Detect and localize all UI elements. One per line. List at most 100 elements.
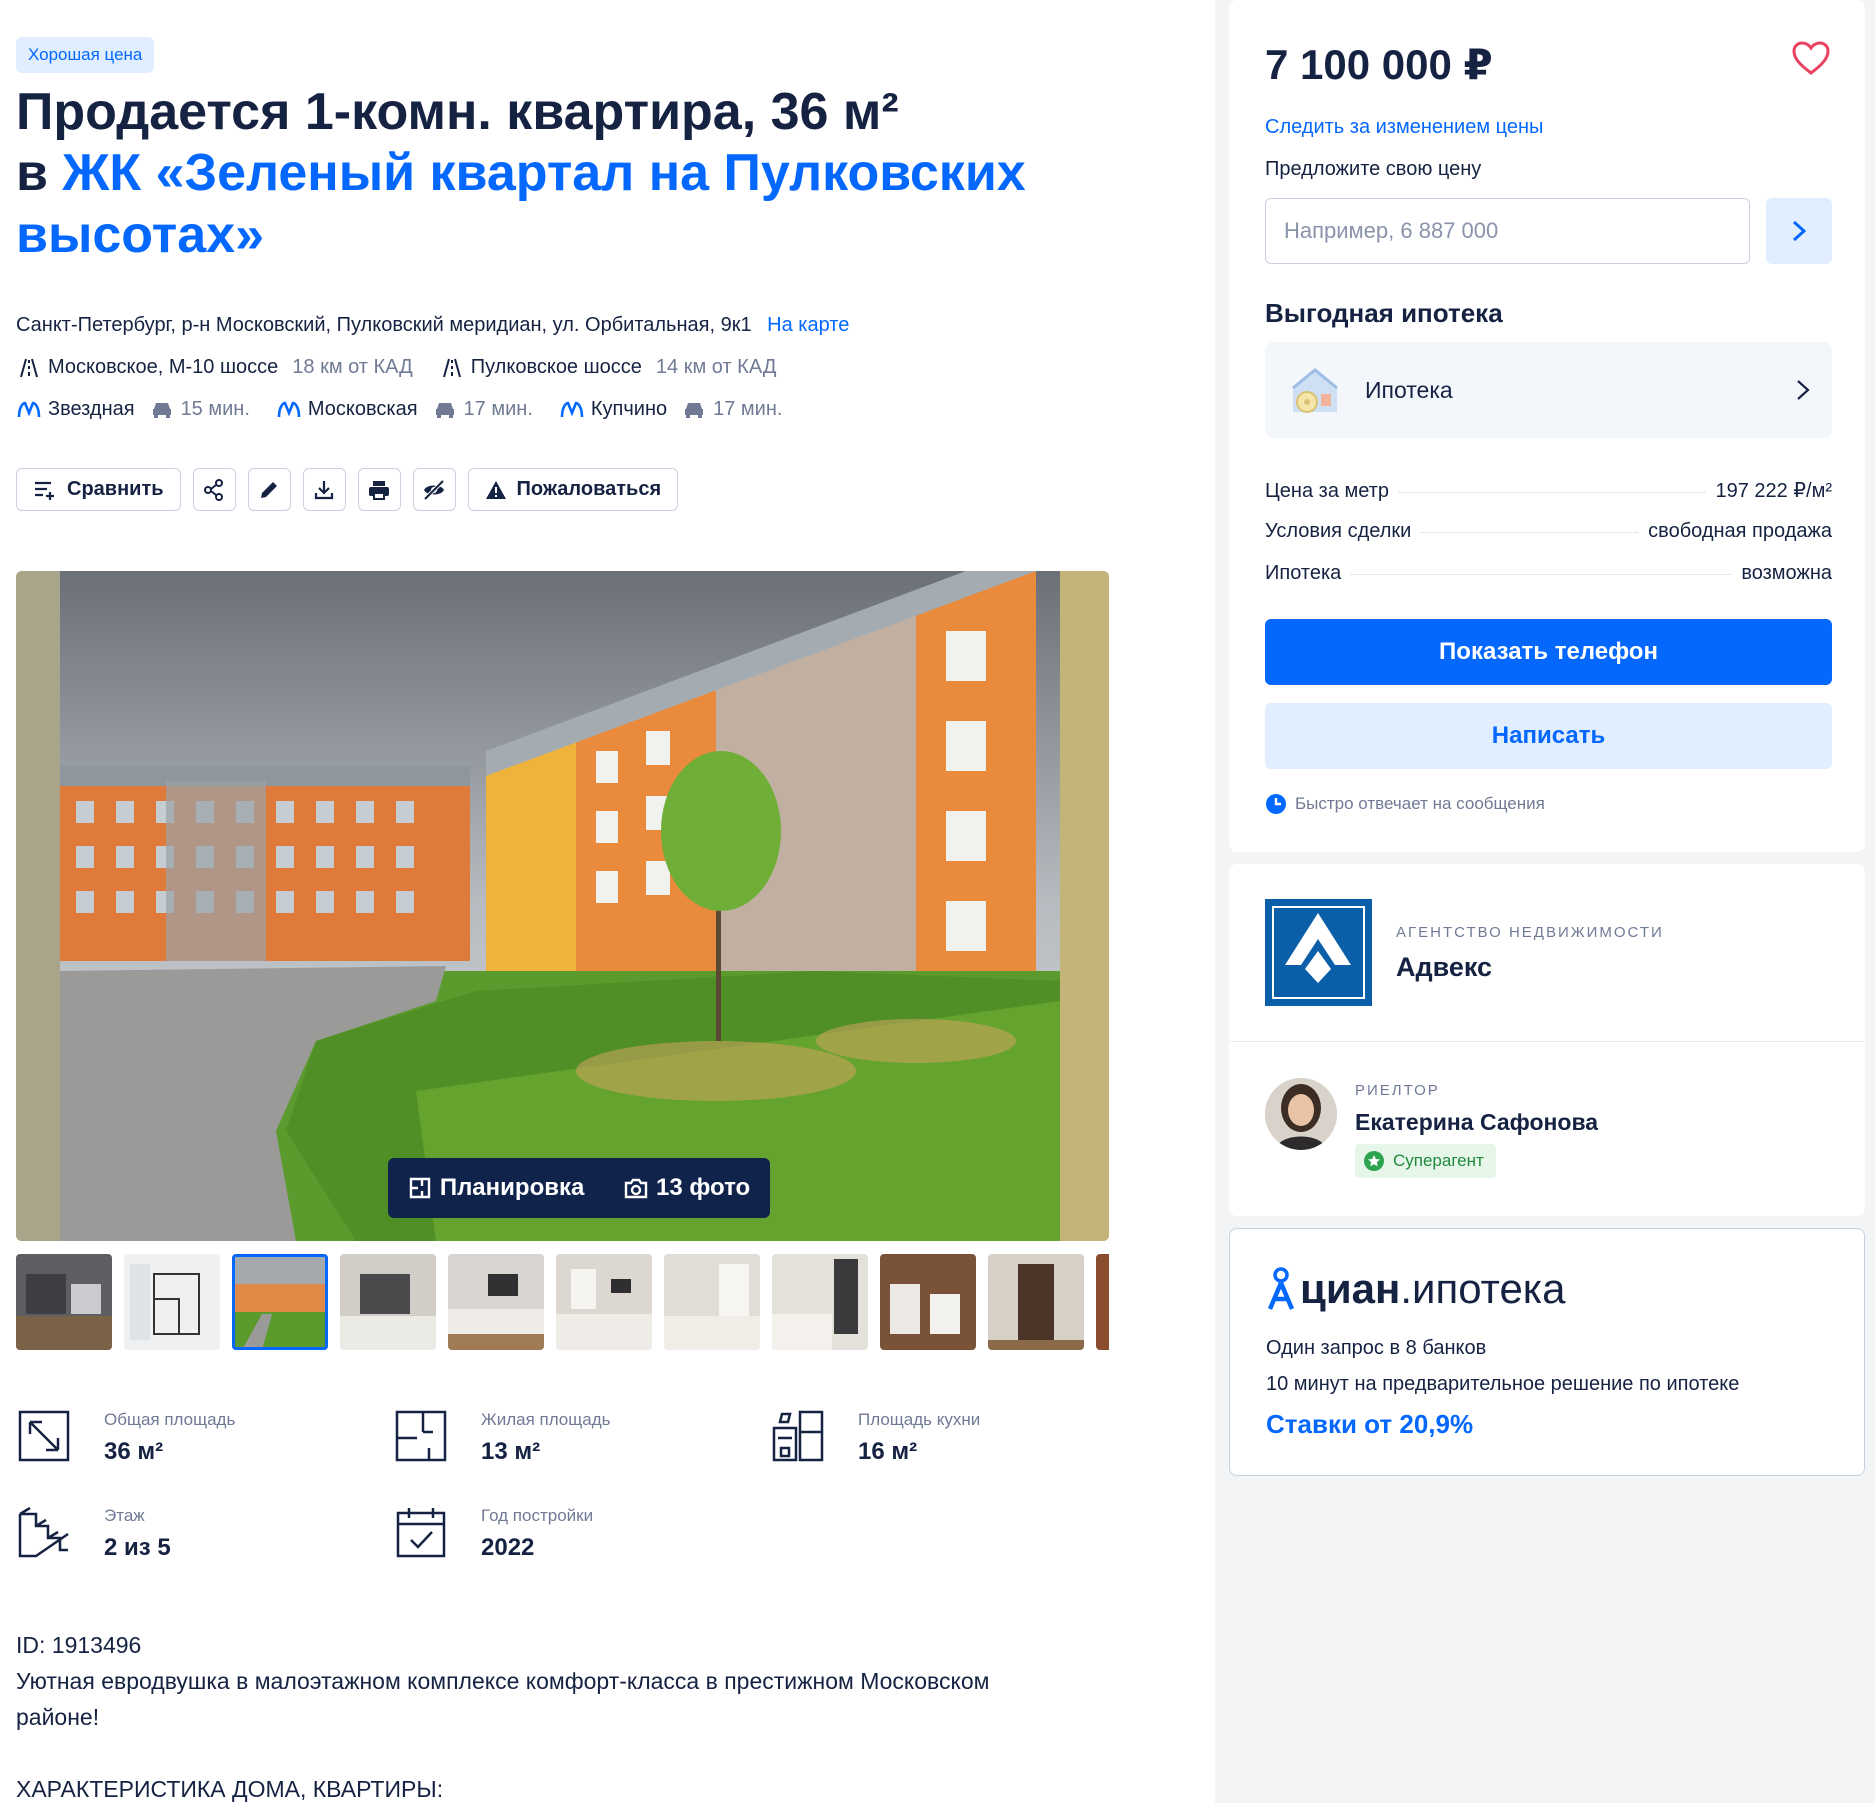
thumbnail[interactable] bbox=[664, 1254, 760, 1350]
compare-button[interactable]: Сравнить bbox=[16, 468, 181, 511]
complain-button[interactable]: Пожаловаться bbox=[467, 468, 679, 511]
fast-reply-text: Быстро отвечает на сообщения bbox=[1295, 794, 1545, 813]
camera-icon bbox=[624, 1178, 648, 1199]
contacts-card: АГЕНТСТВО НЕДВИЖИМОСТИ Адвекс РИЕЛТОР Ек… bbox=[1229, 864, 1865, 1216]
write-message-button[interactable]: Написать bbox=[1265, 703, 1832, 769]
fact-kitchen-area: Площадь кухни 16 м² bbox=[770, 1408, 980, 1466]
share-icon bbox=[204, 478, 224, 501]
thumbnail-strip bbox=[16, 1254, 1109, 1350]
metro-icon bbox=[16, 399, 42, 421]
realtor-name[interactable]: Екатерина Сафонова bbox=[1355, 1109, 1598, 1136]
agency-kind: АГЕНТСТВО НЕДВИЖИМОСТИ bbox=[1396, 924, 1664, 941]
thumbnail[interactable] bbox=[16, 1254, 112, 1350]
show-phone-button[interactable]: Показать телефон bbox=[1265, 619, 1832, 685]
title-line: Продается 1-комн. квартира, 36 м² bbox=[16, 83, 899, 141]
metro-name: Звездная bbox=[48, 398, 135, 420]
main-photo[interactable]: Планировка 13 фото bbox=[16, 571, 1109, 1241]
layout-button[interactable]: Планировка bbox=[408, 1174, 584, 1202]
metro-time-wrap: 17 мин. bbox=[432, 398, 533, 421]
follow-price-link[interactable]: Следить за изменением цены bbox=[1265, 116, 1543, 139]
metro-time: 17 мин. bbox=[463, 398, 533, 420]
fact-label: Год постройки bbox=[481, 1506, 594, 1525]
calendar-icon bbox=[396, 1508, 446, 1558]
clock-icon bbox=[1266, 794, 1286, 814]
car-icon bbox=[432, 399, 458, 421]
realtor-kind: РИЕЛТОР bbox=[1355, 1082, 1440, 1099]
param-dots bbox=[1398, 492, 1706, 493]
offer-submit-button[interactable] bbox=[1766, 198, 1832, 264]
fast-reply-note: Быстро отвечает на сообщения bbox=[1265, 793, 1545, 815]
fact-label: Площадь кухни bbox=[858, 1410, 981, 1429]
description-text: Уютная евродвушка в малоэтажном комплекс… bbox=[16, 1668, 990, 1730]
metro-time: 17 мин. bbox=[713, 398, 783, 420]
photos-button[interactable]: 13 фото bbox=[624, 1174, 750, 1202]
superagent-label: Суперагент bbox=[1393, 1151, 1484, 1170]
address: Санкт-Петербург, р-н Московский, Пулковс… bbox=[16, 314, 849, 337]
photos-label: 13 фото bbox=[655, 1174, 751, 1201]
thumbnail[interactable] bbox=[988, 1254, 1084, 1350]
highway-name: Московское, М-10 шоссе bbox=[48, 356, 279, 378]
thumbnail[interactable] bbox=[448, 1254, 544, 1350]
fact-value: 2 из 5 bbox=[104, 1534, 171, 1561]
mortgage-item[interactable]: Ипотека bbox=[1265, 342, 1832, 438]
action-toolbar: Сравнить Пожаловаться bbox=[16, 468, 679, 511]
realtor-avatar[interactable] bbox=[1265, 1078, 1337, 1150]
download-button[interactable] bbox=[302, 468, 346, 511]
chevron-right-icon bbox=[1792, 220, 1807, 242]
thumbnail[interactable] bbox=[1096, 1254, 1109, 1350]
highway-item: Пулковское шоссе 14 км от КАД bbox=[439, 356, 776, 379]
metro-item[interactable]: Звездная 15 мин. bbox=[16, 398, 250, 421]
param-value: свободная продажа bbox=[1648, 520, 1832, 542]
address-text: Санкт-Петербург, р-н Московский, Пулковс… bbox=[16, 314, 752, 336]
fact-value: 13 м² bbox=[481, 1438, 541, 1465]
complex-link[interactable]: ЖК «Зеленый квартал на Пулковских высота… bbox=[16, 144, 1026, 263]
thumbnail[interactable] bbox=[124, 1254, 220, 1350]
agency-logo[interactable] bbox=[1265, 899, 1372, 1006]
listing-id: ID: 1913496 bbox=[16, 1632, 142, 1658]
fact-floor: Этаж 2 из 5 bbox=[16, 1504, 171, 1562]
thumbnail[interactable] bbox=[340, 1254, 436, 1350]
highway-name: Пулковское шоссе bbox=[470, 356, 642, 378]
metro-name: Купчино bbox=[590, 398, 668, 420]
highway-item: Московское, М-10 шоссе 18 км от КАД bbox=[16, 356, 413, 379]
fact-label: Этаж bbox=[104, 1506, 145, 1525]
metro-name: Московская bbox=[307, 398, 418, 420]
print-button[interactable] bbox=[357, 468, 401, 511]
metro-time-wrap: 15 мин. bbox=[149, 398, 250, 421]
compare-icon bbox=[35, 481, 54, 500]
compare-label: Сравнить bbox=[67, 478, 164, 500]
metro-item[interactable]: Московская 17 мин. bbox=[276, 398, 533, 421]
price-card: 7 100 000 ₽ Следить за изменением цены П… bbox=[1229, 0, 1865, 852]
favorite-button[interactable] bbox=[1791, 40, 1831, 81]
highway-icon bbox=[439, 357, 465, 379]
metro-item[interactable]: Купчино 17 мин. bbox=[559, 398, 782, 421]
thumbnail[interactable] bbox=[556, 1254, 652, 1350]
hide-button[interactable] bbox=[412, 468, 456, 511]
kitchen-area-icon bbox=[772, 1410, 824, 1462]
cian-mortgage-card[interactable]: циан .ипотека Один запрос в 8 банков 10 … bbox=[1229, 1228, 1865, 1476]
cian-logo-text: циан bbox=[1300, 1265, 1401, 1312]
cian-rate-link[interactable]: Ставки от 20,9% bbox=[1266, 1409, 1473, 1440]
agency-name[interactable]: Адвекс bbox=[1396, 952, 1492, 983]
fact-total-area: Общая площадь 36 м² bbox=[16, 1408, 235, 1466]
thumbnail[interactable] bbox=[772, 1254, 868, 1350]
title-prefix: в bbox=[16, 144, 63, 203]
heart-icon bbox=[1792, 41, 1830, 75]
map-link[interactable]: На карте bbox=[767, 314, 849, 336]
param-label: Ипотека bbox=[1265, 562, 1342, 584]
layout-icon bbox=[409, 1177, 431, 1199]
thumbnail[interactable] bbox=[232, 1254, 328, 1350]
description-section-heading: ХАРАКТЕРИСТИКА ДОМА, КВАРТИРЫ: bbox=[16, 1776, 444, 1802]
param-label: Цена за метр bbox=[1265, 480, 1389, 502]
edit-button[interactable] bbox=[247, 468, 291, 511]
offer-price-input[interactable] bbox=[1265, 198, 1750, 264]
metro-time-wrap: 17 мин. bbox=[681, 398, 782, 421]
thumbnail[interactable] bbox=[880, 1254, 976, 1350]
edit-icon bbox=[261, 481, 278, 498]
share-button[interactable] bbox=[192, 468, 236, 511]
description: ID: 1913496 Уютная евродвушка в малоэтаж… bbox=[16, 1627, 1076, 1803]
superagent-badge: Суперагент bbox=[1355, 1144, 1496, 1178]
param-label: Условия сделки bbox=[1265, 520, 1412, 542]
param-value: 197 222 ₽/м² bbox=[1715, 480, 1832, 502]
highway-distance: 18 км от КАД bbox=[292, 356, 413, 378]
